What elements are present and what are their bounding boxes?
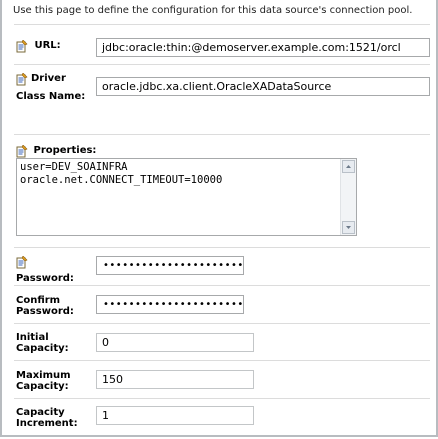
maximum-capacity-field[interactable]: 150 — [96, 370, 254, 389]
divider — [14, 323, 430, 324]
maximum-capacity-label-line2: Capacity: — [16, 381, 69, 392]
maximum-capacity-label-group: Maximum Capacity: — [16, 370, 71, 392]
help-note-icon[interactable] — [16, 255, 28, 272]
url-label: URL: — [34, 40, 61, 51]
initial-capacity-field[interactable]: 0 — [96, 333, 254, 352]
password-label: Password: — [16, 273, 74, 284]
scroll-down-arrow-icon[interactable] — [342, 221, 355, 234]
capacity-increment-label-line2: Increment: — [16, 418, 78, 429]
confirm-password-field[interactable]: •••••••••••••••••••••••• — [96, 295, 244, 314]
driver-class-name-field[interactable]: oracle.jdbc.xa.client.OracleXADataSource — [96, 77, 430, 96]
confirm-password-label-group: Confirm Password: — [16, 295, 74, 317]
confirm-password-label: Confirm — [16, 295, 61, 306]
divider — [14, 24, 430, 25]
properties-label: Properties: — [33, 145, 97, 156]
help-note-icon[interactable] — [16, 72, 28, 89]
driver-label: Driver — [31, 73, 66, 84]
divider — [14, 360, 430, 361]
initial-capacity-label-line2: Capacity: — [16, 343, 69, 354]
divider — [14, 64, 430, 65]
divider — [14, 398, 430, 399]
divider — [14, 134, 430, 135]
confirm-password-label-line2: Password: — [16, 306, 74, 317]
intro-text: Use this page to define the configuratio… — [13, 5, 413, 16]
properties-scrollbar[interactable] — [340, 159, 356, 235]
capacity-increment-label-group: Capacity Increment: — [16, 407, 78, 429]
password-label-group: Password: — [16, 255, 74, 284]
divider — [14, 247, 430, 248]
properties-line: oracle.net.CONNECT_TIMEOUT=10000 — [20, 174, 223, 186]
password-field[interactable]: ••••••••••••••••••••••• — [96, 256, 244, 275]
url-field[interactable]: jdbc:oracle:thin:@demoserver.example.com… — [96, 38, 430, 57]
capacity-increment-label: Capacity — [16, 407, 65, 418]
scroll-up-arrow-icon[interactable] — [342, 160, 355, 173]
properties-line: user=DEV_SOAINFRA — [20, 161, 128, 173]
help-note-icon[interactable] — [16, 39, 28, 56]
url-label-group: URL: — [16, 39, 61, 56]
connection-pool-panel: Use this page to define the configuratio… — [0, 0, 438, 437]
properties-text: user=DEV_SOAINFRA oracle.net.CONNECT_TIME… — [20, 161, 222, 187]
capacity-increment-field[interactable]: 1 — [96, 406, 254, 425]
properties-textarea[interactable]: user=DEV_SOAINFRA oracle.net.CONNECT_TIME… — [16, 158, 357, 236]
driver-label-group: Driver Class Name: — [16, 72, 86, 102]
initial-capacity-label: Initial — [16, 332, 49, 343]
initial-capacity-label-group: Initial Capacity: — [16, 332, 69, 354]
driver-label-line2: Class Name: — [16, 91, 86, 102]
maximum-capacity-label: Maximum — [16, 370, 71, 381]
divider — [14, 285, 430, 286]
